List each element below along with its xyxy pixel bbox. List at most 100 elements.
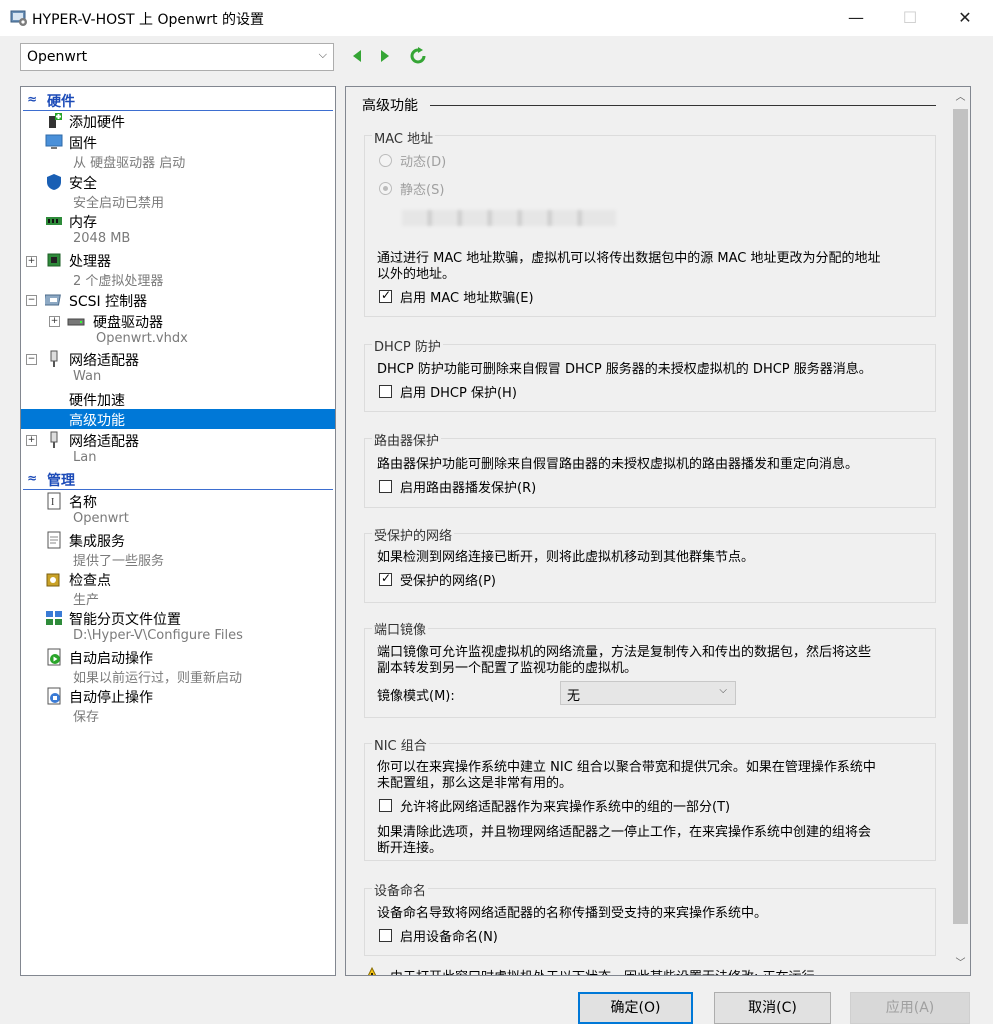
tree-sublabel: 从 硬盘驱动器 启动 [73, 156, 186, 171]
mac-address-field[interactable] [402, 210, 616, 226]
maximize-button[interactable]: ☐ [887, 4, 933, 32]
tree-sublabel: Wan [73, 369, 102, 384]
dynamic-radio-label: 动态(D) [400, 155, 447, 170]
tree-label: 网络适配器 [69, 353, 139, 369]
network-adapter-icon [50, 350, 58, 367]
scrollbar-thumb[interactable] [953, 109, 968, 924]
svg-text:I: I [51, 497, 54, 508]
tree-item-processor[interactable]: + 处理器 2 个虚拟处理器 [21, 250, 335, 289]
device-naming-description: 设备命名导致将网络适配器的名称传播到受支持的来宾操作系统中。 [377, 906, 768, 921]
tree-item-add-hardware[interactable]: 添加硬件 [21, 111, 335, 131]
tree-item-advanced-features[interactable]: 高级功能 [21, 409, 335, 429]
collapse-icon: ≈ [27, 471, 38, 485]
tree-item-auto-stop[interactable]: 自动停止操作 保存 [21, 686, 335, 725]
nic-teaming-note-2: 断开连接。 [377, 841, 443, 856]
name-icon: I [47, 492, 61, 510]
tree-label: 固件 [69, 136, 97, 152]
vm-select-value: Openwrt [27, 49, 88, 65]
dynamic-radio[interactable] [379, 154, 392, 167]
smart-paging-icon [46, 611, 62, 625]
tree-sublabel: 生产 [73, 593, 100, 608]
tree-sublabel: Openwrt.vhdx [96, 331, 188, 346]
dhcp-guard-checkbox[interactable] [379, 385, 392, 398]
tree-item-hard-drive[interactable]: + 硬盘驱动器 Openwrt.vhdx [21, 311, 335, 349]
protected-network-checkbox[interactable] [379, 571, 392, 586]
hardware-section-label: 硬件 [47, 94, 75, 110]
close-button[interactable]: ✕ [942, 4, 988, 32]
tree-label: 名称 [69, 495, 97, 511]
expand-icon[interactable]: + [26, 435, 37, 446]
hardware-section-header[interactable]: ≈ 硬件 [23, 90, 333, 111]
tree-label: 网络适配器 [69, 434, 139, 450]
tree-item-integration-services[interactable]: 集成服务 提供了一些服务 [21, 530, 335, 569]
expand-icon[interactable]: + [26, 256, 37, 267]
mirroring-mode-value: 无 [567, 689, 581, 704]
tree-label: SCSI 控制器 [69, 294, 148, 310]
vm-select[interactable]: Openwrt ⌵ [20, 43, 334, 71]
nic-teaming-checkbox[interactable] [379, 799, 392, 812]
integration-services-icon [47, 531, 61, 549]
expand-icon[interactable]: + [49, 316, 60, 327]
shield-icon [47, 174, 61, 190]
scrollbar[interactable]: ︿ ﹀ [951, 87, 970, 975]
device-naming-label: 启用设备命名(N) [400, 930, 498, 945]
tree-item-firmware[interactable]: 固件 从 硬盘驱动器 启动 [21, 132, 335, 171]
collapse-icon[interactable]: − [26, 295, 37, 306]
tree-label: 集成服务 [69, 534, 125, 550]
tree-item-smart-paging[interactable]: 智能分页文件位置 D:\Hyper-V\Configure Files [21, 608, 335, 646]
tree-item-memory[interactable]: 内存 2048 MB [21, 211, 335, 249]
management-section-header[interactable]: ≈ 管理 [23, 469, 333, 490]
tree-sublabel: 保存 [73, 710, 100, 725]
tree-label: 智能分页文件位置 [69, 612, 181, 628]
tree-item-auto-start[interactable]: 自动启动操作 如果以前运行过，则重新启动 [21, 647, 335, 686]
cancel-button[interactable]: 取消(C) [714, 992, 831, 1024]
static-radio[interactable] [379, 182, 392, 195]
scroll-up-icon[interactable]: ︿ [951, 89, 970, 107]
ok-button[interactable]: 确定(O) [578, 992, 693, 1024]
refresh-icon[interactable] [409, 47, 427, 65]
tree-sublabel: 提供了一些服务 [73, 554, 165, 569]
tree-sublabel: 如果以前运行过，则重新启动 [73, 671, 243, 686]
nic-teaming-label: 允许将此网络适配器作为来宾操作系统中的组的一部分(T) [400, 800, 731, 815]
protected-network-legend: 受保护的网络 [372, 525, 455, 544]
checkpoint-icon [46, 573, 60, 587]
collapse-icon[interactable]: − [26, 354, 37, 365]
router-guard-description: 路由器保护功能可删除来自假冒路由器的未授权虚拟机的路由器播发和重定向消息。 [377, 457, 859, 472]
mirroring-mode-select[interactable]: 无 ⌵ [560, 681, 736, 705]
add-hardware-icon [49, 113, 62, 128]
tree-sublabel: 安全启动已禁用 [73, 196, 165, 211]
tree-item-hardware-acceleration[interactable]: 硬件加速 [21, 389, 335, 409]
tree-item-network-adapter-wan[interactable]: − 网络适配器 Wan [21, 349, 335, 387]
tree-item-checkpoints[interactable]: 检查点 生产 [21, 569, 335, 608]
mac-address-legend: MAC 地址 [372, 128, 436, 147]
hard-drive-icon [67, 318, 85, 326]
tree-item-security[interactable]: 安全 安全启动已禁用 [21, 172, 335, 211]
device-naming-checkbox[interactable] [379, 929, 392, 942]
mac-spoof-description-2: 以外的地址。 [377, 267, 456, 282]
back-arrow-icon[interactable] [349, 47, 367, 65]
device-naming-group [364, 888, 936, 956]
running-state-warning: 由于打开此窗口时虚拟机处于以下状态，因此某些设置无法修改: 正在运行。 [390, 966, 828, 975]
dhcp-guard-description: DHCP 防护功能可删除来自假冒 DHCP 服务器的未授权虚拟机的 DHCP 服… [377, 362, 872, 377]
minimize-button[interactable]: — [833, 4, 879, 32]
tree-item-name[interactable]: I 名称 Openwrt [21, 491, 335, 529]
forward-arrow-icon[interactable] [375, 47, 393, 65]
static-radio-label: 静态(S) [400, 183, 445, 198]
collapse-icon: ≈ [27, 92, 38, 106]
router-guard-checkbox[interactable] [379, 480, 392, 493]
tree-item-network-adapter-lan[interactable]: + 网络适配器 Lan [21, 430, 335, 468]
protected-network-description: 如果检测到网络连接已断开，则将此虚拟机移动到其他群集节点。 [377, 550, 755, 565]
tree-sublabel: 2048 MB [73, 231, 131, 246]
nic-teaming-note: 如果清除此选项，并且物理网络适配器之一停止工作，在来宾操作系统中创建的组将会 [377, 825, 872, 840]
port-mirroring-description-2: 副本转发到另一个配置了监视功能的虚拟机。 [377, 661, 638, 676]
processor-icon [47, 253, 61, 267]
mac-spoofing-label: 启用 MAC 地址欺骗(E) [400, 291, 534, 306]
tree-sublabel: Lan [73, 450, 97, 465]
tree-sublabel: Openwrt [73, 511, 129, 526]
dhcp-guard-legend: DHCP 防护 [372, 336, 443, 355]
mac-spoofing-checkbox[interactable] [379, 288, 392, 303]
chevron-down-icon: ⌵ [719, 685, 727, 696]
apply-button[interactable]: 应用(A) [850, 992, 970, 1024]
scroll-down-icon[interactable]: ﹀ [951, 955, 970, 973]
tree-item-scsi[interactable]: − SCSI 控制器 [21, 290, 335, 310]
